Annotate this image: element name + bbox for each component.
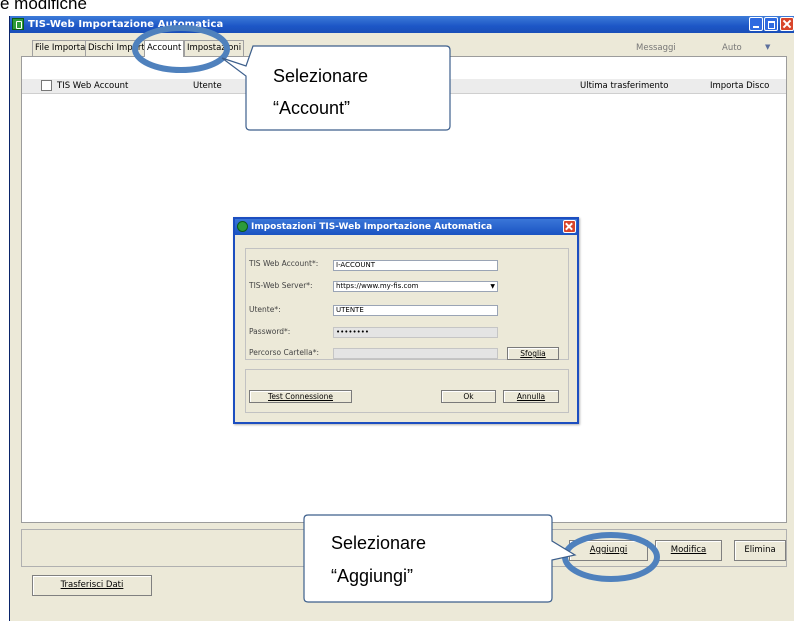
table-header: TIS Web Account Utente Ultima trasferime… (22, 79, 786, 94)
minimize-icon[interactable] (749, 17, 763, 31)
chevron-down-icon: ▼ (490, 283, 495, 290)
dialog-title: Impostazioni TIS-Web Importazione Automa… (251, 222, 493, 232)
tab-impostazioni[interactable]: Impostazioni (184, 40, 245, 56)
app-icon (12, 18, 24, 30)
server-select[interactable]: https://www.my-fis.com ▼ (333, 281, 498, 292)
cancel-button-label: Annulla (516, 392, 546, 401)
dialog-close-icon[interactable] (563, 220, 576, 233)
column-header-user[interactable]: Utente (193, 80, 222, 92)
mode-select[interactable]: Auto (722, 43, 742, 53)
server-select-value: https://www.my-fis.com (336, 282, 419, 290)
folder-path-field[interactable] (333, 348, 498, 359)
add-callout-line2: “Aggiungi” (331, 566, 414, 586)
delete-button[interactable]: Elimina (734, 540, 786, 561)
transfer-data-button[interactable]: Trasferisci Dati (32, 575, 152, 596)
close-icon[interactable] (780, 17, 794, 31)
window-titlebar: TIS-Web Importazione Automatica (10, 16, 794, 33)
document-caption: e modifiche (0, 0, 87, 13)
account-callout-line1: Selezionare (273, 66, 369, 86)
chevron-down-icon[interactable]: ▼ (765, 43, 770, 51)
password-field[interactable]: •••••••• (333, 327, 498, 338)
select-all-checkbox[interactable] (41, 80, 52, 91)
cancel-button[interactable]: Annulla (503, 390, 559, 403)
add-button[interactable]: Aggiungi (569, 540, 648, 561)
account-field-label: TIS Web Account*: (249, 259, 319, 268)
dialog-app-icon (237, 221, 248, 232)
account-callout-line2: “Account” (273, 98, 351, 118)
folder-field-label: Percorso Cartella*: (249, 348, 319, 357)
column-header-import-disk[interactable]: Importa Disco (710, 80, 769, 92)
test-connection-button-label: Test Connessione (268, 392, 333, 401)
user-field[interactable]: UTENTE (333, 305, 498, 316)
password-field-label: Password*: (249, 327, 291, 336)
window-title: TIS-Web Importazione Automatica (28, 19, 224, 30)
settings-dialog: Impostazioni TIS-Web Importazione Automa… (233, 217, 579, 424)
server-field-label: TIS-Web Server*: (249, 281, 313, 290)
browse-button[interactable]: Sfoglia (507, 347, 559, 360)
transfer-data-button-label: Trasferisci Dati (60, 580, 124, 590)
browse-button-label: Sfoglia (520, 349, 546, 358)
tab-account[interactable]: Account (144, 40, 185, 57)
ok-button[interactable]: Ok (441, 390, 496, 403)
dialog-titlebar: Impostazioni TIS-Web Importazione Automa… (235, 219, 577, 235)
messages-label[interactable]: Messaggi (636, 43, 676, 53)
edit-button[interactable]: Modifica (655, 540, 722, 561)
restore-icon[interactable] (764, 17, 778, 31)
account-field[interactable]: I-ACCOUNT (333, 260, 498, 271)
add-callout-line1: Selezionare (331, 533, 427, 553)
column-header-account[interactable]: TIS Web Account (57, 80, 128, 92)
add-button-label: Aggiungi (589, 545, 628, 555)
column-header-last-transfer[interactable]: Ultima trasferimento (580, 80, 668, 92)
user-field-label: Utente*: (249, 305, 281, 314)
edit-button-label: Modifica (670, 545, 707, 555)
test-connection-button[interactable]: Test Connessione (249, 390, 352, 403)
